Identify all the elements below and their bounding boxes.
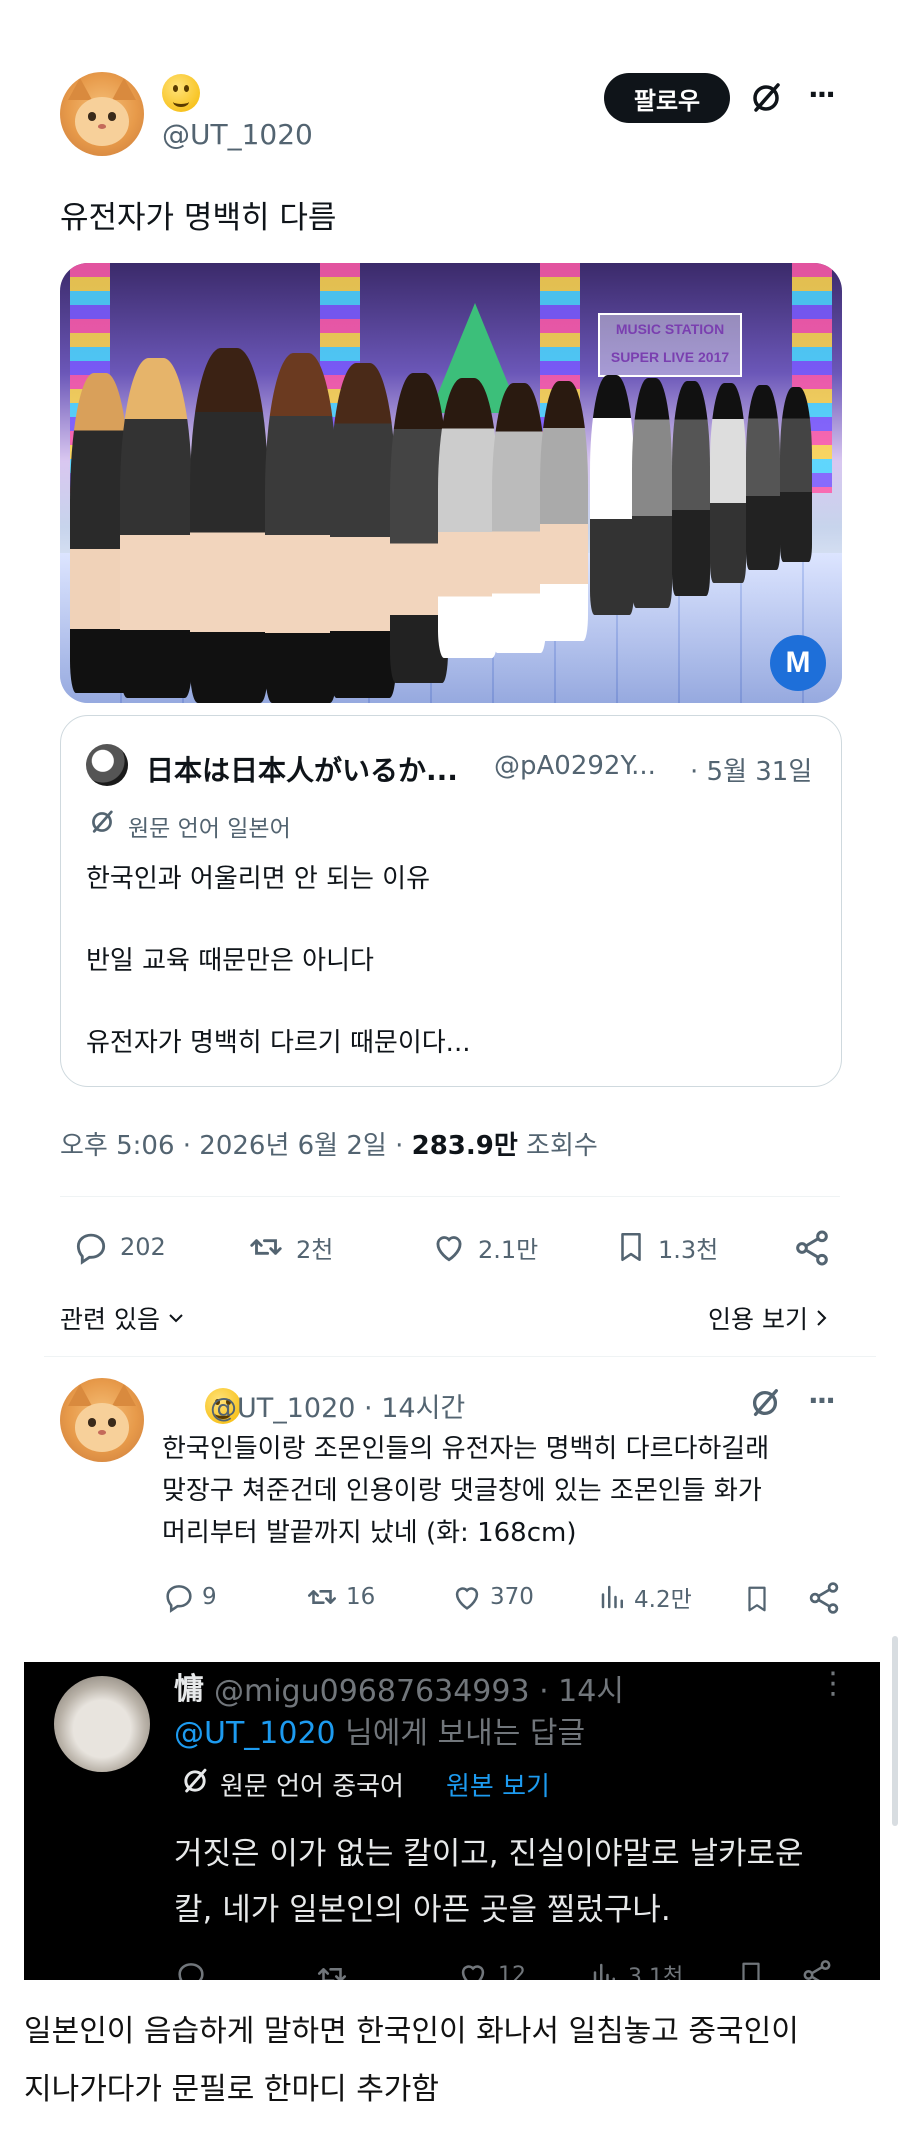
share-button[interactable]: [792, 1228, 832, 1268]
quote-date: · 5월 31일: [690, 757, 813, 787]
reply-text-line2: 맞장구 쳐준건데 인용이랑 댓글창에 있는 조몬인들 화가: [162, 1476, 762, 1506]
dark-reply-to-suffix: 님에게 보내는 답글: [335, 1716, 586, 1751]
reply-icon: [174, 1958, 208, 1980]
post-timestamp: 오후 5:06 · 2026년 6월 2일 ·: [60, 1131, 412, 1161]
reply-bookmark-button[interactable]: [742, 1582, 772, 1616]
caption-line2: 지나가다가 문필로 한마디 추가함: [24, 2072, 440, 2107]
dark-reply-more-button[interactable]: ⋮: [818, 1666, 848, 1701]
reply-reply-button[interactable]: 9: [162, 1580, 217, 1614]
dark-reply-text-line2: 칼, 네가 일본인의 아픈 곳을 찔렀구나.: [174, 1892, 671, 1928]
dark-reply-share-button[interactable]: [800, 1958, 834, 1980]
caption-line1: 일본인이 음습하게 말하면 한국인이 화나서 일침놓고 중국인이: [24, 2014, 799, 2049]
dark-reply-translated-label: 원문 언어 중국어: [220, 1772, 404, 1802]
dark-reply-bookmark-button[interactable]: [736, 1958, 766, 1980]
reply-avatar[interactable]: [60, 1378, 144, 1462]
dark-reply-like-button[interactable]: 12: [456, 1958, 526, 1980]
post-image[interactable]: MUSIC STATION SUPER LIVE 2017 M: [60, 263, 842, 703]
reply-like-count: 370: [490, 1584, 534, 1610]
divider: [60, 1196, 840, 1197]
avatar[interactable]: [60, 72, 144, 156]
view-count: 283.9만: [411, 1131, 518, 1161]
quote-text-line2: 반일 교육 때문만은 아니다: [86, 946, 374, 976]
dark-reply-avatar[interactable]: [54, 1676, 150, 1772]
chevron-right-icon: [814, 1307, 830, 1329]
translate-icon: [88, 808, 116, 836]
more-options-button[interactable]: ···: [808, 78, 836, 111]
share-icon: [803, 1960, 831, 1980]
divider: [44, 1356, 876, 1357]
dark-reply-name[interactable]: 慵: [174, 1664, 204, 1708]
bookmark-icon: [748, 1586, 766, 1612]
reply-icon: [162, 1580, 196, 1614]
post-meta: 오후 5:06 · 2026년 6월 2일 · 283.9만 조회수: [60, 1125, 598, 1162]
reply-reply-count: 9: [202, 1584, 217, 1610]
dark-reply-screenshot: 慵 @migu09687634993 · 14시 ⋮ @UT_1020 님에게 …: [24, 1662, 880, 1980]
bookmark-icon: [742, 1962, 760, 1980]
dark-reply-views-button[interactable]: 3.1천: [590, 1958, 683, 1980]
reply-share-button[interactable]: [806, 1580, 842, 1616]
quote-text-line3: 유전자가 명백히 다르기 때문이다...: [86, 1028, 471, 1058]
dark-reply-like-count: 12: [498, 1962, 526, 1981]
repost-icon: [246, 1228, 286, 1266]
reply-views-count: 4.2만: [634, 1587, 692, 1613]
quote-avatar[interactable]: [86, 744, 128, 786]
reply-more-button[interactable]: ···: [808, 1384, 836, 1417]
heart-icon: [456, 1958, 490, 1980]
reply-text-line3: 머리부터 발끝까지 났네 (화: 168cm): [162, 1518, 577, 1548]
views-chart-icon: [598, 1580, 628, 1614]
reply-views-button[interactable]: 4.2만: [598, 1580, 692, 1614]
reply-handle-time[interactable]: @UT_1020 · 14시간: [210, 1386, 465, 1425]
translate-icon[interactable]: [748, 80, 784, 116]
dark-reply-text-line1: 거짓은 이가 없는 칼이고, 진실이야말로 날카로운: [174, 1836, 804, 1872]
post-text: 유전자가 명백히 다름: [60, 200, 337, 236]
translate-icon[interactable]: [748, 1386, 782, 1420]
channel-logo: M: [770, 635, 826, 691]
chevron-down-icon: [166, 1308, 186, 1328]
reply-icon: [72, 1228, 110, 1266]
view-quotes-label: 인용 보기: [708, 1305, 808, 1334]
dark-reply-reply-button[interactable]: [174, 1958, 208, 1980]
quote-text-line1: 한국인과 어울리면 안 되는 이유: [86, 864, 431, 894]
reply-button[interactable]: 202: [72, 1228, 166, 1266]
like-count: 2.1만: [478, 1235, 539, 1264]
related-toggle[interactable]: 관련 있음: [60, 1300, 186, 1336]
reply-repost-count: 16: [346, 1584, 376, 1610]
bookmark-button[interactable]: 1.3천: [614, 1228, 718, 1266]
repost-count: 2천: [296, 1235, 334, 1264]
quote-author-name[interactable]: 日本は日本人がいるか...: [146, 749, 458, 789]
view-quotes-link[interactable]: 인용 보기: [708, 1300, 830, 1336]
heart-icon: [450, 1580, 484, 1614]
translate-icon: [180, 1766, 210, 1796]
views-chart-icon: [590, 1958, 620, 1980]
heart-icon: [430, 1228, 468, 1266]
repost-icon: [304, 1580, 340, 1614]
post-handle[interactable]: @UT_1020: [162, 118, 313, 151]
dark-reply-views-count: 3.1천: [628, 1965, 684, 1980]
like-button[interactable]: 2.1만: [430, 1228, 538, 1266]
reply-text-line1: 한국인들이랑 조몬인들의 유전자는 명백히 다르다하길래: [162, 1434, 770, 1464]
bookmark-count: 1.3천: [658, 1235, 719, 1264]
quote-translated-label: 원문 언어 일본어: [128, 816, 291, 842]
dark-reply-handle-time[interactable]: @migu09687634993 · 14시: [214, 1666, 624, 1710]
scrollbar[interactable]: [892, 1636, 898, 1826]
dark-reply-to: @UT_1020 님에게 보내는 답글: [174, 1708, 585, 1752]
smiley-emoji-icon: [162, 74, 200, 112]
dark-reply-view-original[interactable]: 원본 보기: [446, 1766, 550, 1803]
stage-banner: MUSIC STATION SUPER LIVE 2017: [598, 313, 742, 377]
follow-button[interactable]: 팔로우: [604, 73, 730, 123]
share-icon: [809, 1582, 839, 1614]
view-count-label: 조회수: [517, 1131, 598, 1161]
repost-button[interactable]: 2천: [246, 1228, 333, 1266]
dark-reply-repost-button[interactable]: [314, 1958, 350, 1980]
related-label: 관련 있음: [60, 1305, 160, 1334]
bookmark-icon: [614, 1228, 648, 1266]
dark-reply-to-handle[interactable]: @UT_1020: [174, 1716, 336, 1751]
reply-count: 202: [120, 1233, 166, 1261]
share-icon: [796, 1230, 828, 1266]
reply-repost-button[interactable]: 16: [304, 1580, 375, 1614]
repost-icon: [314, 1958, 350, 1980]
reply-like-button[interactable]: 370: [450, 1580, 534, 1614]
quote-author-handle[interactable]: @pA0292Y...: [494, 751, 656, 781]
